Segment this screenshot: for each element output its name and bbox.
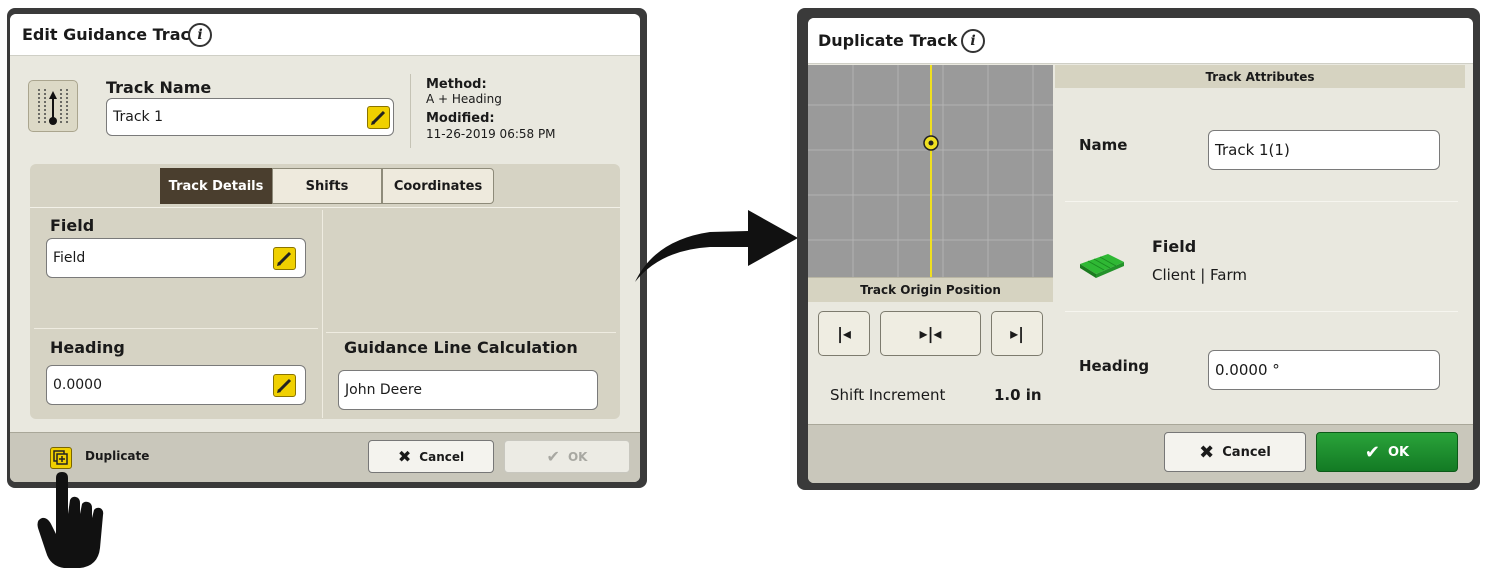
divider bbox=[326, 332, 616, 333]
divider bbox=[34, 328, 318, 329]
cancel-button[interactable]: ✖ Cancel bbox=[1164, 432, 1306, 472]
field-value: Field bbox=[53, 250, 86, 266]
method-value: A + Heading bbox=[426, 92, 502, 106]
method-label: Method: bbox=[426, 77, 487, 92]
track-preview-map[interactable] bbox=[808, 65, 1053, 277]
pointing-hand-icon bbox=[37, 472, 104, 568]
ok-button[interactable]: ✔ OK bbox=[1316, 432, 1458, 472]
track-name-value: Track 1 bbox=[113, 109, 163, 125]
heading-label: Heading bbox=[1079, 357, 1150, 375]
cancel-label: Cancel bbox=[419, 449, 465, 464]
dialog-title: Edit Guidance Track bbox=[22, 25, 201, 44]
origin-start-button[interactable]: |◂ bbox=[818, 311, 870, 356]
field-icon[interactable] bbox=[1078, 250, 1128, 280]
field-label: Field bbox=[50, 216, 95, 235]
tab-coordinates[interactable]: Coordinates bbox=[382, 168, 494, 204]
modified-label: Modified: bbox=[426, 111, 495, 126]
modified-value: 11-26-2019 06:58 PM bbox=[426, 127, 556, 141]
close-x-icon: ✖ bbox=[397, 447, 412, 466]
header-separator bbox=[410, 74, 411, 148]
ok-button[interactable]: ✔ OK bbox=[504, 440, 630, 473]
origin-center-button[interactable]: ▸|◂ bbox=[880, 311, 981, 356]
name-input[interactable]: Track 1(1) bbox=[1208, 130, 1440, 170]
guidance-line-calculation-input[interactable]: John Deere bbox=[338, 370, 598, 410]
ok-label: OK bbox=[567, 449, 588, 464]
name-label: Name bbox=[1079, 136, 1128, 154]
ok-label: OK bbox=[1387, 444, 1410, 460]
map-grid bbox=[808, 65, 1053, 277]
close-x-icon: ✖ bbox=[1199, 441, 1215, 463]
duplicate-icon[interactable] bbox=[50, 447, 72, 469]
field-input[interactable]: Field bbox=[46, 238, 306, 278]
client-farm-label: Client | Farm bbox=[1152, 266, 1247, 284]
name-value: Track 1(1) bbox=[1215, 141, 1290, 159]
heading-value: 0.0000 ° bbox=[1215, 361, 1280, 379]
guidance-line-calculation-value: John Deere bbox=[345, 382, 422, 398]
shift-increment-value[interactable]: 1.0 in bbox=[994, 386, 1042, 404]
heading-input[interactable]: 0.0000 ° bbox=[1208, 350, 1440, 390]
info-icon[interactable]: i bbox=[188, 23, 212, 47]
track-origin-position-label: Track Origin Position bbox=[808, 277, 1053, 302]
duplicate-track-dialog: Duplicate Track i Track Origin Position … bbox=[808, 18, 1473, 483]
track-name-label: Track Name bbox=[106, 78, 212, 97]
edit-guidance-track-dialog: Edit Guidance Track i Track Name Track 1… bbox=[10, 14, 640, 482]
track-type-button[interactable] bbox=[28, 80, 78, 132]
guidance-line-calculation-label: Guidance Line Calculation bbox=[344, 338, 578, 357]
pencil-icon[interactable] bbox=[273, 247, 296, 270]
cancel-button[interactable]: ✖ Cancel bbox=[368, 440, 494, 473]
duplicate-button-label[interactable]: Duplicate bbox=[85, 449, 149, 463]
origin-end-button[interactable]: ▸| bbox=[991, 311, 1043, 356]
pencil-icon[interactable] bbox=[273, 374, 296, 397]
heading-value: 0.0000 bbox=[53, 377, 102, 393]
divider bbox=[30, 207, 620, 208]
checkmark-icon: ✔ bbox=[1364, 441, 1380, 463]
field-title[interactable]: Field bbox=[1152, 237, 1196, 256]
tab-track-details[interactable]: Track Details bbox=[160, 168, 272, 204]
heading-input[interactable]: 0.0000 bbox=[46, 365, 306, 405]
divider bbox=[1065, 311, 1458, 312]
checkmark-icon: ✔ bbox=[546, 447, 560, 466]
divider bbox=[1065, 201, 1458, 202]
shift-increment-label: Shift Increment bbox=[830, 386, 946, 404]
cancel-label: Cancel bbox=[1222, 444, 1271, 460]
tab-shifts[interactable]: Shifts bbox=[272, 168, 382, 204]
pencil-icon[interactable] bbox=[367, 106, 390, 129]
dialog-title: Duplicate Track bbox=[818, 31, 958, 50]
arrow-icon bbox=[635, 210, 798, 282]
divider bbox=[322, 210, 323, 418]
track-ab-icon bbox=[38, 89, 68, 125]
info-icon[interactable]: i bbox=[961, 29, 985, 53]
track-name-input[interactable]: Track 1 bbox=[106, 98, 394, 136]
track-attributes-header: Track Attributes bbox=[1055, 65, 1465, 88]
heading-label: Heading bbox=[50, 338, 125, 357]
